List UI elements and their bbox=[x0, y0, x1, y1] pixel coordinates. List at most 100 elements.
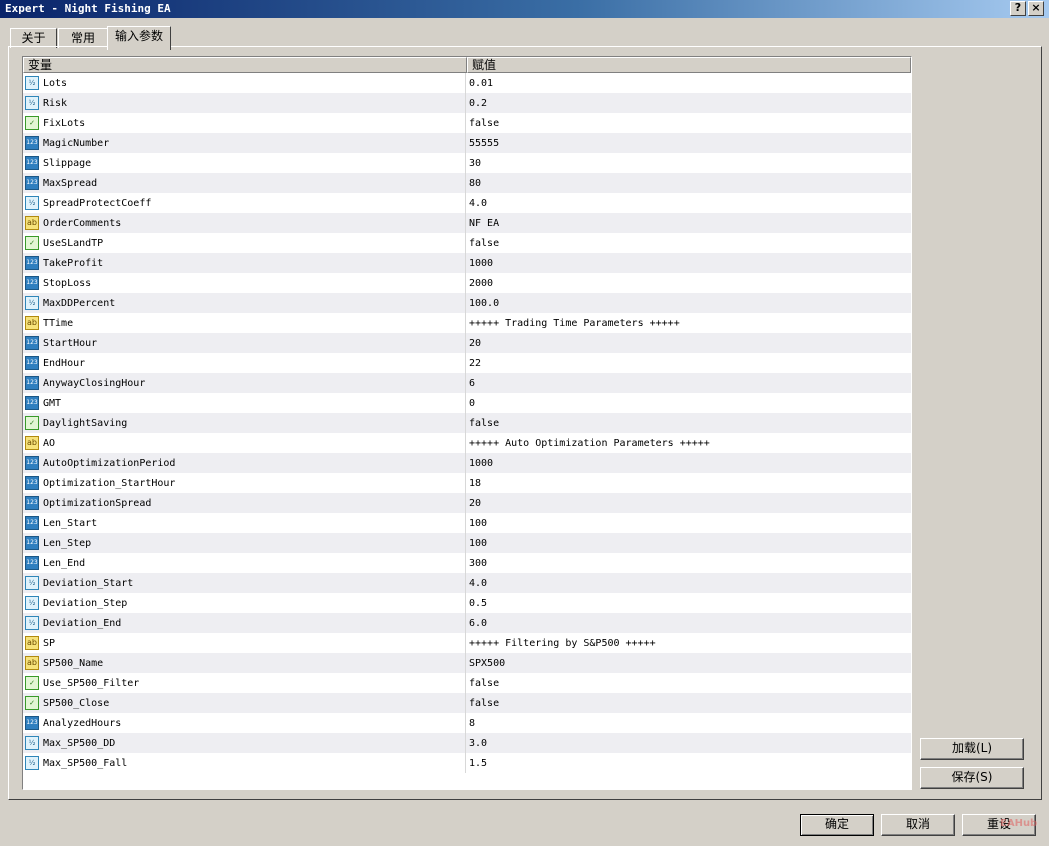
close-button[interactable]: × bbox=[1028, 1, 1044, 16]
value-cell[interactable]: 100 bbox=[466, 513, 911, 533]
variable-cell[interactable]: 123 AnalyzedHours bbox=[23, 713, 466, 733]
variable-cell[interactable]: ab SP500_Name bbox=[23, 653, 466, 673]
table-row[interactable]: 123 MaxSpread 80 bbox=[23, 173, 911, 193]
save-button[interactable]: 保存(S) bbox=[920, 767, 1024, 789]
value-cell[interactable]: +++++ Trading Time Parameters +++++ bbox=[466, 313, 911, 333]
table-row[interactable]: 123 GMT 0 bbox=[23, 393, 911, 413]
value-cell[interactable]: 3.0 bbox=[466, 733, 911, 753]
value-cell[interactable]: 30 bbox=[466, 153, 911, 173]
table-row[interactable]: ½ Max_SP500_Fall 1.5 bbox=[23, 753, 911, 773]
variable-cell[interactable]: ab AO bbox=[23, 433, 466, 453]
help-button[interactable]: ? bbox=[1010, 1, 1026, 16]
table-row[interactable]: 123 StopLoss 2000 bbox=[23, 273, 911, 293]
value-cell[interactable]: false bbox=[466, 673, 911, 693]
value-cell[interactable]: false bbox=[466, 413, 911, 433]
value-cell[interactable]: 8 bbox=[466, 713, 911, 733]
variable-cell[interactable]: ✓ FixLots bbox=[23, 113, 466, 133]
table-row[interactable]: 123 MagicNumber 55555 bbox=[23, 133, 911, 153]
variable-cell[interactable]: ab SP bbox=[23, 633, 466, 653]
table-row[interactable]: 123 AnalyzedHours 8 bbox=[23, 713, 911, 733]
value-cell[interactable]: 100.0 bbox=[466, 293, 911, 313]
variable-cell[interactable]: ✓ Use_SP500_Filter bbox=[23, 673, 466, 693]
table-row[interactable]: 123 Slippage 30 bbox=[23, 153, 911, 173]
table-row[interactable]: 123 Len_End 300 bbox=[23, 553, 911, 573]
value-cell[interactable]: 1.5 bbox=[466, 753, 911, 773]
value-cell[interactable]: NF EA bbox=[466, 213, 911, 233]
variable-cell[interactable]: 123 StartHour bbox=[23, 333, 466, 353]
tab-inputs[interactable]: 输入参数 bbox=[107, 26, 171, 50]
table-row[interactable]: ½ MaxDDPercent 100.0 bbox=[23, 293, 911, 313]
variable-cell[interactable]: ab TTime bbox=[23, 313, 466, 333]
tab-about[interactable]: 关于 bbox=[10, 28, 57, 48]
value-cell[interactable]: false bbox=[466, 113, 911, 133]
variable-cell[interactable]: ½ Risk bbox=[23, 93, 466, 113]
ok-button[interactable]: 确定 bbox=[800, 814, 874, 836]
value-cell[interactable]: 1000 bbox=[466, 453, 911, 473]
variable-cell[interactable]: ½ Deviation_Step bbox=[23, 593, 466, 613]
column-header-variable[interactable]: 变量 bbox=[23, 57, 467, 73]
value-cell[interactable]: 0 bbox=[466, 393, 911, 413]
variable-cell[interactable]: ab OrderComments bbox=[23, 213, 466, 233]
table-row[interactable]: ½ Deviation_Step 0.5 bbox=[23, 593, 911, 613]
variable-cell[interactable]: 123 MaxSpread bbox=[23, 173, 466, 193]
table-row[interactable]: ab AO +++++ Auto Optimization Parameters +… bbox=[23, 433, 911, 453]
table-row[interactable]: ½ SpreadProtectCoeff 4.0 bbox=[23, 193, 911, 213]
value-cell[interactable]: SPX500 bbox=[466, 653, 911, 673]
variable-cell[interactable]: 123 MagicNumber bbox=[23, 133, 466, 153]
variable-cell[interactable]: 123 AnywayClosingHour bbox=[23, 373, 466, 393]
table-row[interactable]: 123 AnywayClosingHour 6 bbox=[23, 373, 911, 393]
value-cell[interactable]: 22 bbox=[466, 353, 911, 373]
value-cell[interactable]: 6.0 bbox=[466, 613, 911, 633]
value-cell[interactable]: false bbox=[466, 233, 911, 253]
column-header-value[interactable]: 赋值 bbox=[467, 57, 911, 73]
table-row[interactable]: ½ Deviation_Start 4.0 bbox=[23, 573, 911, 593]
variable-cell[interactable]: ½ Max_SP500_DD bbox=[23, 733, 466, 753]
table-row[interactable]: 123 AutoOptimizationPeriod 1000 bbox=[23, 453, 911, 473]
value-cell[interactable]: 80 bbox=[466, 173, 911, 193]
variable-cell[interactable]: 123 TakeProfit bbox=[23, 253, 466, 273]
cancel-button[interactable]: 取消 bbox=[881, 814, 955, 836]
variable-cell[interactable]: 123 Len_End bbox=[23, 553, 466, 573]
variable-cell[interactable]: ½ Deviation_End bbox=[23, 613, 466, 633]
table-row[interactable]: ✓ Use_SP500_Filter false bbox=[23, 673, 911, 693]
variable-cell[interactable]: 123 AutoOptimizationPeriod bbox=[23, 453, 466, 473]
value-cell[interactable]: 20 bbox=[466, 333, 911, 353]
table-row[interactable]: 123 Len_Step 100 bbox=[23, 533, 911, 553]
table-row[interactable]: ½ Lots 0.01 bbox=[23, 73, 911, 93]
table-row[interactable]: ✓ UseSLandTP false bbox=[23, 233, 911, 253]
parameters-grid[interactable]: 变量 赋值 ½ Lots 0.01 ½ Risk 0.2 ✓ FixLots false 123 M… bbox=[22, 56, 912, 790]
table-row[interactable]: 123 Len_Start 100 bbox=[23, 513, 911, 533]
variable-cell[interactable]: ½ SpreadProtectCoeff bbox=[23, 193, 466, 213]
tab-common[interactable]: 常用 bbox=[58, 28, 108, 48]
variable-cell[interactable]: 123 EndHour bbox=[23, 353, 466, 373]
variable-cell[interactable]: ✓ SP500_Close bbox=[23, 693, 466, 713]
table-row[interactable]: 123 OptimizationSpread 20 bbox=[23, 493, 911, 513]
value-cell[interactable]: 4.0 bbox=[466, 573, 911, 593]
table-row[interactable]: 123 StartHour 20 bbox=[23, 333, 911, 353]
variable-cell[interactable]: ½ Lots bbox=[23, 73, 466, 93]
variable-cell[interactable]: 123 GMT bbox=[23, 393, 466, 413]
variable-cell[interactable]: 123 Len_Step bbox=[23, 533, 466, 553]
load-button[interactable]: 加载(L) bbox=[920, 738, 1024, 760]
value-cell[interactable]: 18 bbox=[466, 473, 911, 493]
variable-cell[interactable]: 123 StopLoss bbox=[23, 273, 466, 293]
table-row[interactable]: 123 TakeProfit 1000 bbox=[23, 253, 911, 273]
value-cell[interactable]: 2000 bbox=[466, 273, 911, 293]
value-cell[interactable]: false bbox=[466, 693, 911, 713]
value-cell[interactable]: 0.2 bbox=[466, 93, 911, 113]
value-cell[interactable]: 20 bbox=[466, 493, 911, 513]
value-cell[interactable]: 0.01 bbox=[466, 73, 911, 93]
variable-cell[interactable]: ✓ DaylightSaving bbox=[23, 413, 466, 433]
variable-cell[interactable]: 123 Optimization_StartHour bbox=[23, 473, 466, 493]
variable-cell[interactable]: 123 OptimizationSpread bbox=[23, 493, 466, 513]
table-row[interactable]: 123 EndHour 22 bbox=[23, 353, 911, 373]
value-cell[interactable]: 55555 bbox=[466, 133, 911, 153]
table-row[interactable]: ✓ DaylightSaving false bbox=[23, 413, 911, 433]
table-row[interactable]: ½ Max_SP500_DD 3.0 bbox=[23, 733, 911, 753]
table-row[interactable]: ab SP500_Name SPX500 bbox=[23, 653, 911, 673]
value-cell[interactable]: +++++ Auto Optimization Parameters +++++ bbox=[466, 433, 911, 453]
table-row[interactable]: ✓ SP500_Close false bbox=[23, 693, 911, 713]
variable-cell[interactable]: 123 Slippage bbox=[23, 153, 466, 173]
variable-cell[interactable]: ✓ UseSLandTP bbox=[23, 233, 466, 253]
value-cell[interactable]: +++++ Filtering by S&P500 +++++ bbox=[466, 633, 911, 653]
